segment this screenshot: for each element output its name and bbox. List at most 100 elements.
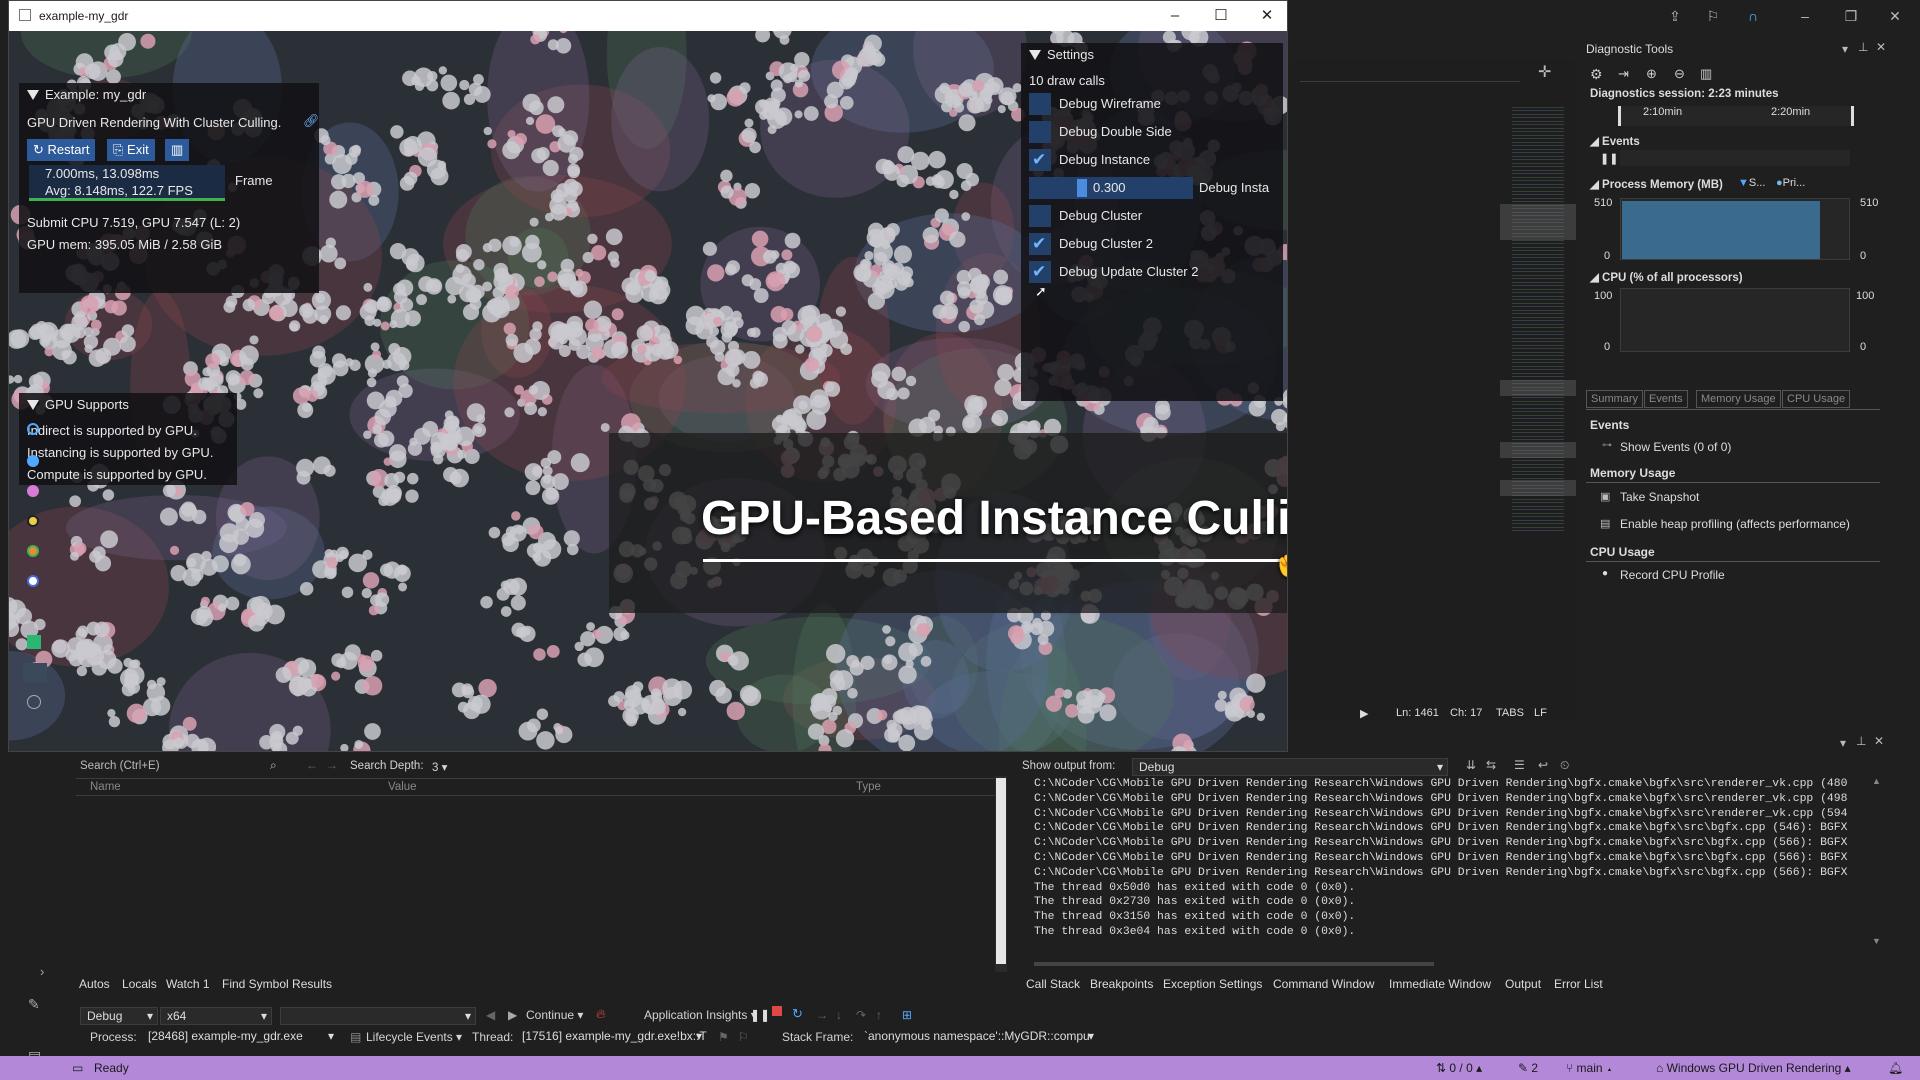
tab-call-stack[interactable]: Call Stack — [1026, 977, 1080, 991]
show-events-link[interactable]: Show Events (0 of 0) — [1620, 440, 1731, 454]
tab-locals[interactable]: Locals — [122, 977, 157, 991]
tab-watch-1[interactable]: Watch 1 — [166, 977, 210, 991]
debug-wireframe-toggle[interactable]: Debug Wireframe — [1021, 93, 1283, 115]
pink-tool-icon[interactable] — [27, 485, 39, 497]
checkbox-checked[interactable] — [1029, 233, 1051, 255]
timeline-ruler[interactable]: 2:10min 2:20min — [1618, 106, 1854, 126]
cpu-graph-label[interactable]: ◢ CPU (% of all processors) — [1590, 270, 1743, 284]
pause-icon[interactable]: ❚❚ — [750, 1008, 770, 1022]
edits-indicator[interactable]: ✎ 2 — [1518, 1061, 1538, 1075]
debug-double-side-toggle[interactable]: Debug Double Side — [1021, 121, 1283, 143]
autos-vscroll[interactable] — [995, 776, 1007, 972]
find-message-icon[interactable]: ☰ — [1514, 758, 1525, 772]
checkbox[interactable] — [1029, 121, 1051, 143]
scroll-down-icon[interactable]: ▼ — [1872, 936, 1881, 946]
clear-all-icon[interactable]: ⇊ — [1466, 758, 1476, 772]
show-next-statement-icon[interactable]: → — [816, 1008, 828, 1022]
window-tool-icon[interactable] — [23, 663, 47, 683]
tab-error-list[interactable]: Error List — [1554, 977, 1603, 991]
render-viewport[interactable]: Example: my_gdr GPU Driven Rendering Wit… — [9, 31, 1287, 751]
application-insights-button[interactable]: Application Insights ▾ — [644, 1008, 757, 1022]
circle-tool-icon[interactable] — [27, 423, 39, 435]
zoom-in-icon[interactable]: ⊕ — [1646, 66, 1657, 82]
tab-exception-settings[interactable]: Exception Settings — [1163, 977, 1262, 991]
gpu-supports-header[interactable]: GPU Supports — [19, 393, 237, 417]
feedback-icon[interactable]: ⚐ — [1704, 7, 1722, 25]
line-ending[interactable]: LF — [1534, 707, 1547, 719]
dot-tool-icon[interactable] — [27, 455, 39, 467]
export-icon[interactable]: ⇥ — [1618, 66, 1629, 82]
copilot-icon[interactable]: ∩ — [1744, 7, 1762, 25]
restart-button[interactable]: ↻ Restart — [27, 139, 96, 161]
yellow-tool-icon[interactable] — [27, 515, 39, 527]
color-tool-icon[interactable] — [27, 545, 39, 557]
output-vscroll[interactable]: ▲ ▼ — [1870, 776, 1884, 956]
hex-display-icon[interactable]: ⊞ — [902, 1008, 912, 1022]
line-number[interactable]: Ln: 1461 — [1396, 707, 1439, 719]
repo-selector[interactable]: ⌂ Windows GPU Driven Rendering ▴ — [1656, 1061, 1851, 1075]
col-type[interactable]: Type — [856, 781, 881, 793]
debug-cluster-toggle[interactable]: Debug Cluster — [1021, 205, 1283, 227]
stop-icon[interactable] — [772, 1006, 782, 1016]
cpu-graph[interactable] — [1620, 288, 1850, 352]
share-icon[interactable]: ⇪ — [1666, 7, 1684, 25]
output-dropdown-icon[interactable]: ▾ — [1840, 736, 1846, 750]
step-back-icon[interactable]: ◀ — [486, 1008, 495, 1022]
continue-play-icon[interactable]: ▶ — [508, 1008, 517, 1022]
thread-select[interactable]: [17516] example-my_gdr.exe!bx::T ▾ — [516, 1028, 707, 1046]
back-arrow-icon[interactable]: ← — [306, 758, 318, 772]
process-select[interactable]: [28468] example-my_gdr.exe ▾ — [142, 1028, 338, 1046]
expand-panel-icon[interactable]: › — [40, 964, 44, 979]
tab-output[interactable]: Output — [1505, 977, 1541, 991]
timestamp-icon[interactable]: ⏲ — [1560, 758, 1569, 773]
events-graph-label[interactable]: ◢ Events — [1590, 134, 1640, 148]
changes-indicator[interactable]: ⇅ 0 / 0 ▴ — [1436, 1061, 1482, 1075]
memory-graph[interactable] — [1620, 198, 1850, 260]
autos-search-input[interactable]: Search (Ctrl+E) — [80, 760, 160, 772]
checkbox-checked[interactable] — [1029, 149, 1051, 171]
scroll-right-icon[interactable]: ▶ — [1360, 707, 1368, 720]
output-pin-icon[interactable]: ⊥ — [1856, 734, 1866, 748]
debug-instance-slider[interactable]: 0.300 — [1029, 177, 1193, 199]
word-wrap-icon[interactable]: ⇆ — [1486, 758, 1496, 772]
checkbox[interactable] — [1029, 205, 1051, 227]
reset-view-icon[interactable]: ▥ — [1700, 66, 1712, 82]
startup-item-select[interactable]: ▾ — [280, 1007, 476, 1025]
tab-autos[interactable]: Autos — [79, 977, 110, 991]
step-into-icon[interactable]: ↓ — [836, 1008, 842, 1022]
timer-tool-icon[interactable] — [27, 695, 41, 709]
vs-close-icon[interactable]: ✕ — [1886, 7, 1904, 25]
flag-icon[interactable]: ⚑ — [718, 1030, 729, 1044]
notifications-icon[interactable]: 🔔︎ — [1888, 1061, 1903, 1075]
toggle-wrap-icon[interactable]: ↩ — [1538, 758, 1548, 772]
col-name[interactable]: Name — [90, 781, 121, 793]
tab-cpu-usage[interactable]: CPU Usage — [1782, 390, 1851, 408]
exit-button[interactable]: ⎘ Exit — [107, 139, 155, 161]
tab-summary[interactable]: Summary — [1586, 390, 1644, 408]
compass-tool-icon[interactable] — [27, 575, 39, 587]
process-memory-label[interactable]: ◢ Process Memory (MB) — [1590, 177, 1723, 191]
hot-reload-icon[interactable]: 🔥︎ — [596, 1006, 606, 1022]
code-minimap[interactable] — [1512, 104, 1564, 534]
stack-frame-select[interactable]: `anonymous namespace'::MyGDR::compu ▾ — [858, 1028, 1098, 1046]
close-panel-icon[interactable]: ✕ — [1876, 40, 1886, 54]
app-close-icon[interactable]: ✕ — [1247, 5, 1287, 27]
search-icon[interactable]: ⌕ — [270, 758, 277, 773]
step-over-icon[interactable]: ↷ — [856, 1008, 866, 1022]
col-value[interactable]: Value — [388, 781, 417, 793]
vs-restore-icon[interactable]: ❐ — [1842, 7, 1860, 25]
indent-mode[interactable]: TABS — [1496, 707, 1524, 719]
tab-events[interactable]: Events — [1644, 390, 1688, 408]
take-snapshot-button[interactable]: Take Snapshot — [1620, 490, 1699, 504]
checkbox-checked[interactable] — [1029, 261, 1051, 283]
link-icon[interactable]: 🔗︎ — [303, 113, 320, 129]
branch-selector[interactable]: ⑂ main ▴ — [1566, 1061, 1613, 1075]
restart-icon[interactable]: ↻ — [792, 1006, 803, 1022]
debug-cluster-2-toggle[interactable]: Debug Cluster 2 — [1021, 233, 1283, 255]
settings-gear-icon[interactable]: ⚙ — [1590, 66, 1603, 83]
output-close-icon[interactable]: ✕ — [1874, 734, 1884, 748]
example-panel-header[interactable]: Example: my_gdr — [19, 83, 319, 107]
continue-button[interactable]: Continue ▾ — [526, 1008, 583, 1022]
debug-instance-toggle[interactable]: Debug Instance — [1021, 149, 1283, 171]
filter-threads-icon[interactable]: ⚐ — [738, 1030, 749, 1044]
